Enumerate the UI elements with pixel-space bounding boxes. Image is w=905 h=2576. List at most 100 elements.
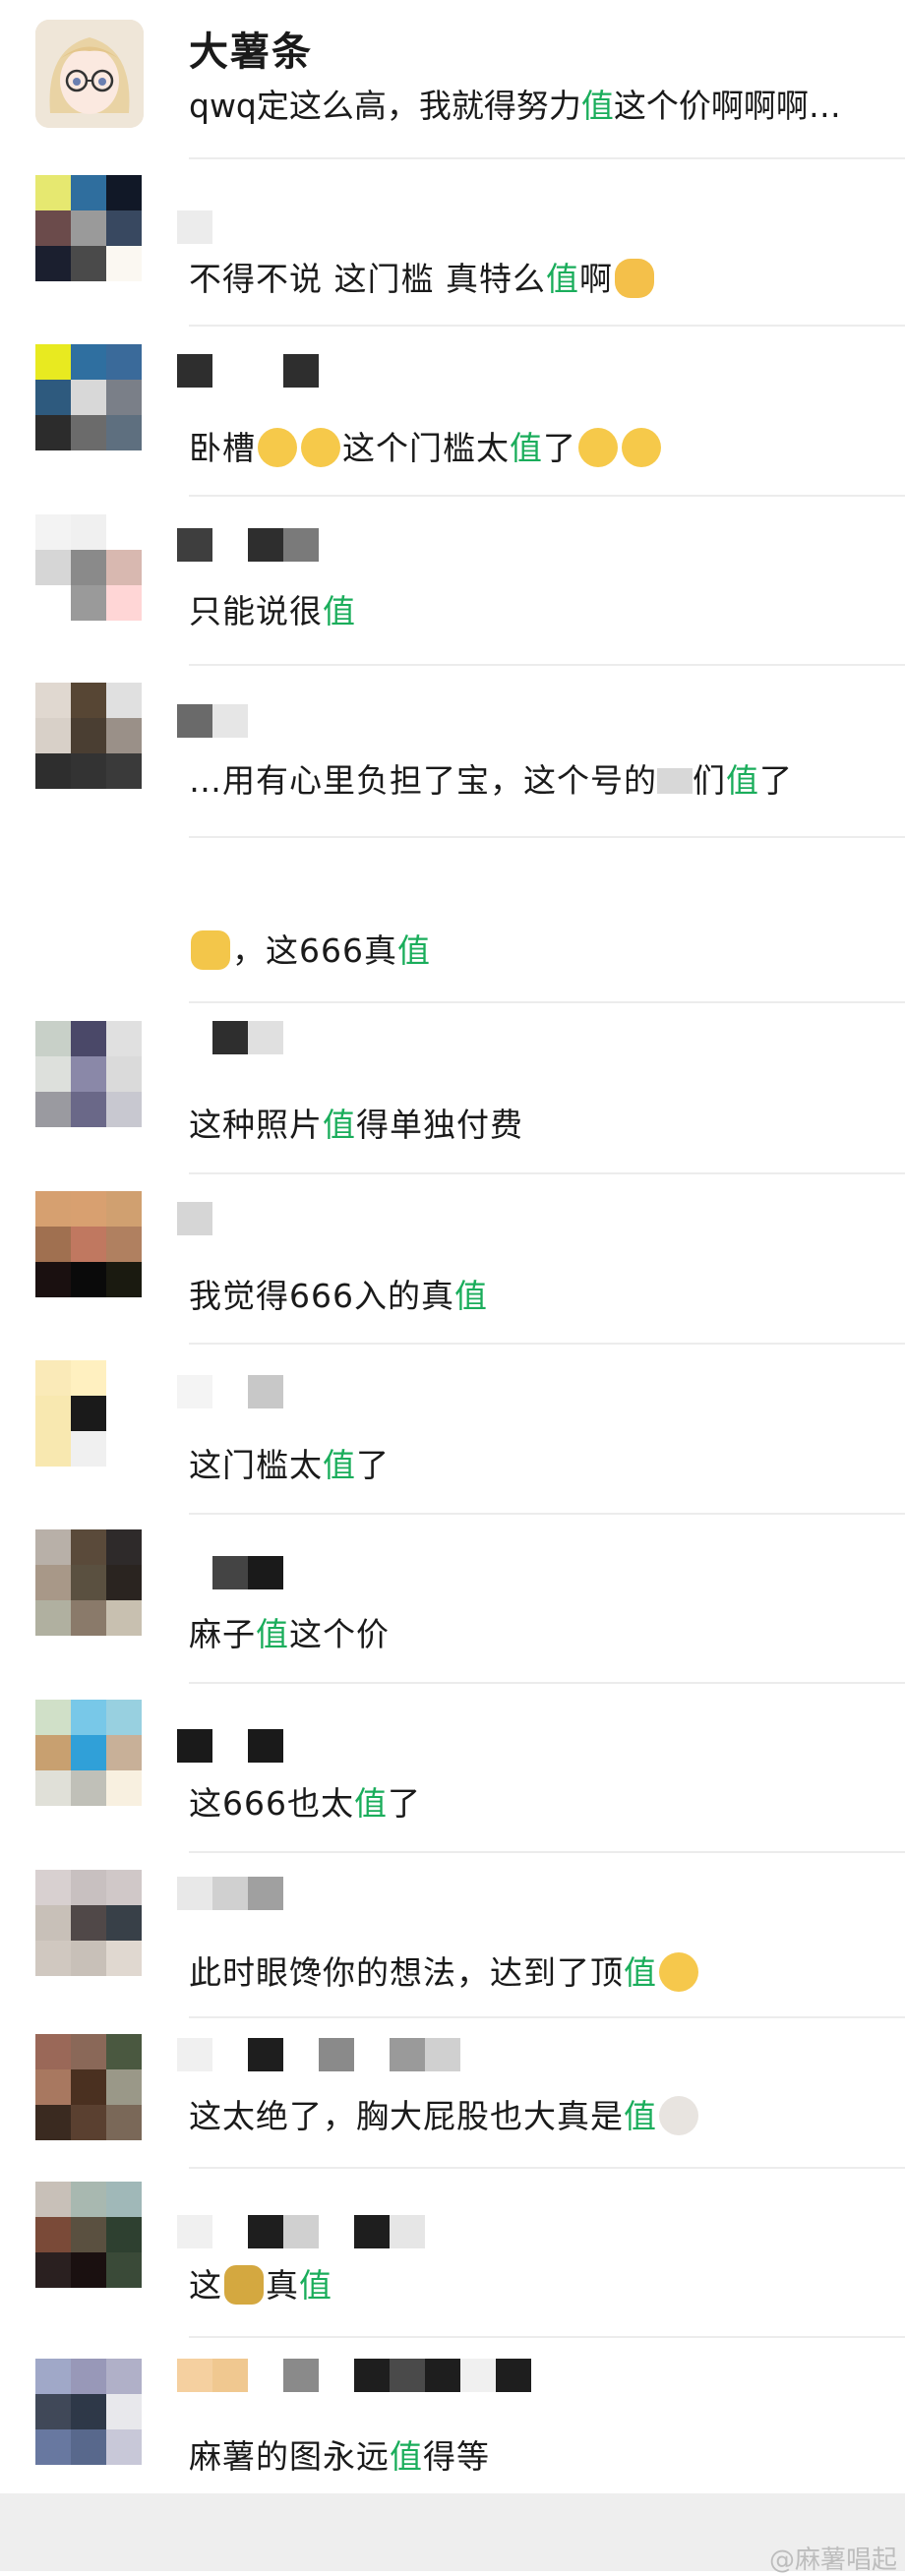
mosaic-block <box>248 210 283 244</box>
avatar[interactable] <box>35 344 142 450</box>
avatar[interactable] <box>35 2359 142 2465</box>
avatar-mosaic-tile <box>35 1770 71 1806</box>
cry-icon <box>258 428 297 467</box>
username-redacted[interactable] <box>177 528 319 562</box>
avatar[interactable] <box>35 2034 142 2140</box>
mosaic-block <box>212 2038 248 2071</box>
avatar-mosaic-tile <box>35 514 71 550</box>
avatar-mosaic-tile <box>35 2217 71 2252</box>
avatar-mosaic-tile <box>35 2105 71 2140</box>
avatar-mosaic-tile <box>35 415 71 450</box>
avatar-mosaic-tile <box>35 2252 71 2288</box>
mosaic-block <box>212 1729 248 1763</box>
avatar-mosaic-tile <box>71 1529 106 1565</box>
row-divider <box>189 1851 905 1853</box>
redaction-mask <box>657 768 693 794</box>
mosaic-block <box>177 1556 212 1589</box>
mosaic-block <box>212 1021 248 1054</box>
avatar-mosaic-tile <box>71 1770 106 1806</box>
avatar[interactable] <box>35 1700 142 1806</box>
avatar-mosaic-tile <box>35 1600 71 1636</box>
avatar-mosaic-tile <box>71 2034 106 2069</box>
username-redacted[interactable] <box>177 704 248 738</box>
avatar-mosaic-tile <box>71 1565 106 1600</box>
comment-text: 麻薯的图永远值得等 <box>189 2435 490 2479</box>
avatar-mosaic-tile <box>35 1700 71 1735</box>
comment-text-part: 这 <box>189 2266 222 2305</box>
username-redacted[interactable] <box>177 2215 425 2248</box>
mosaic-block <box>283 528 319 562</box>
highlight-word: 值 <box>397 931 431 970</box>
mosaic-block <box>177 1202 212 1235</box>
avatar-mosaic-tile <box>106 2252 142 2288</box>
avatar[interactable] <box>35 683 142 789</box>
username-redacted[interactable] <box>177 2359 531 2392</box>
avatar[interactable] <box>35 1870 142 1976</box>
avatar[interactable] <box>35 514 142 621</box>
avatar-mosaic-tile <box>35 246 71 281</box>
avatar-mosaic-tile <box>71 1056 106 1092</box>
username-redacted[interactable] <box>177 2038 460 2071</box>
comment-text: 不得不说 这门槛 真特么值啊 <box>189 258 656 301</box>
highlight-word: 值 <box>323 592 356 630</box>
mosaic-block <box>354 2038 390 2071</box>
mosaic-block <box>212 210 248 244</box>
mosaic-block <box>212 528 248 562</box>
username-redacted[interactable] <box>177 1021 283 1054</box>
avatar[interactable] <box>35 2182 142 2288</box>
mosaic-block <box>177 210 212 244</box>
mosaic-block <box>212 1556 248 1589</box>
avatar-mosaic-tile <box>71 1227 106 1262</box>
avatar-mosaic-tile <box>106 753 142 789</box>
mosaic-block <box>248 354 283 388</box>
avatar-mosaic-tile <box>35 1431 71 1467</box>
mosaic-block <box>212 1375 248 1408</box>
username-redacted[interactable] <box>177 1202 212 1235</box>
avatar[interactable] <box>35 1191 142 1297</box>
username-redacted[interactable] <box>177 210 283 244</box>
username-redacted[interactable] <box>177 354 319 388</box>
mosaic-block <box>283 2215 319 2248</box>
comment-text: 此时眼馋你的想法，达到了顶值 <box>189 1951 700 1995</box>
comment-text-part: 这个价 <box>289 1615 390 1653</box>
avatar[interactable] <box>35 1021 142 1127</box>
avatar[interactable] <box>35 20 144 128</box>
comment-text-part: 这666也太 <box>189 1784 354 1823</box>
comment-text-part: 这门槛太 <box>189 1446 323 1484</box>
avatar-mosaic-tile <box>71 1360 106 1396</box>
comment-text-part: 啊 <box>578 260 613 298</box>
mosaic-block <box>212 2359 248 2392</box>
avatar[interactable] <box>35 175 142 281</box>
avatar-mosaic-tile <box>71 344 106 380</box>
flushed-icon <box>659 1952 698 1992</box>
comment-text: 这种照片值得单独付费 <box>189 1104 523 1147</box>
username-redacted[interactable] <box>177 1729 283 1763</box>
mosaic-block <box>283 2038 319 2071</box>
avatar-mosaic-tile <box>35 550 71 585</box>
avatar[interactable] <box>35 1529 142 1636</box>
mosaic-block <box>248 1021 283 1054</box>
avatar-mosaic-tile <box>71 415 106 450</box>
avatar-illustration <box>35 20 144 128</box>
comment-text: 麻子值这个价 <box>189 1613 390 1656</box>
comment-text: 这 真值 <box>189 2264 332 2307</box>
mosaic-block <box>177 1021 212 1054</box>
avatar-mosaic-tile <box>71 210 106 246</box>
row-divider <box>189 495 905 497</box>
avatar-mosaic-tile <box>71 1191 106 1227</box>
mosaic-block <box>248 1729 283 1763</box>
username-redacted[interactable] <box>177 1556 283 1589</box>
row-divider <box>189 2336 905 2338</box>
row-divider <box>189 1682 905 1684</box>
avatar-mosaic-tile <box>106 718 142 753</box>
avatar[interactable] <box>35 1360 142 1467</box>
row-divider <box>189 664 905 666</box>
username-redacted[interactable] <box>177 1375 283 1408</box>
avatar-mosaic-tile <box>106 514 142 550</box>
avatar-mosaic-tile <box>106 415 142 450</box>
mosaic-block <box>248 2359 283 2392</box>
row-divider <box>189 1343 905 1345</box>
username-redacted[interactable] <box>177 1877 283 1910</box>
avatar-mosaic-tile <box>106 1056 142 1092</box>
comment-text: …用有心里负担了宝，这个号的 们值了 <box>189 759 793 803</box>
